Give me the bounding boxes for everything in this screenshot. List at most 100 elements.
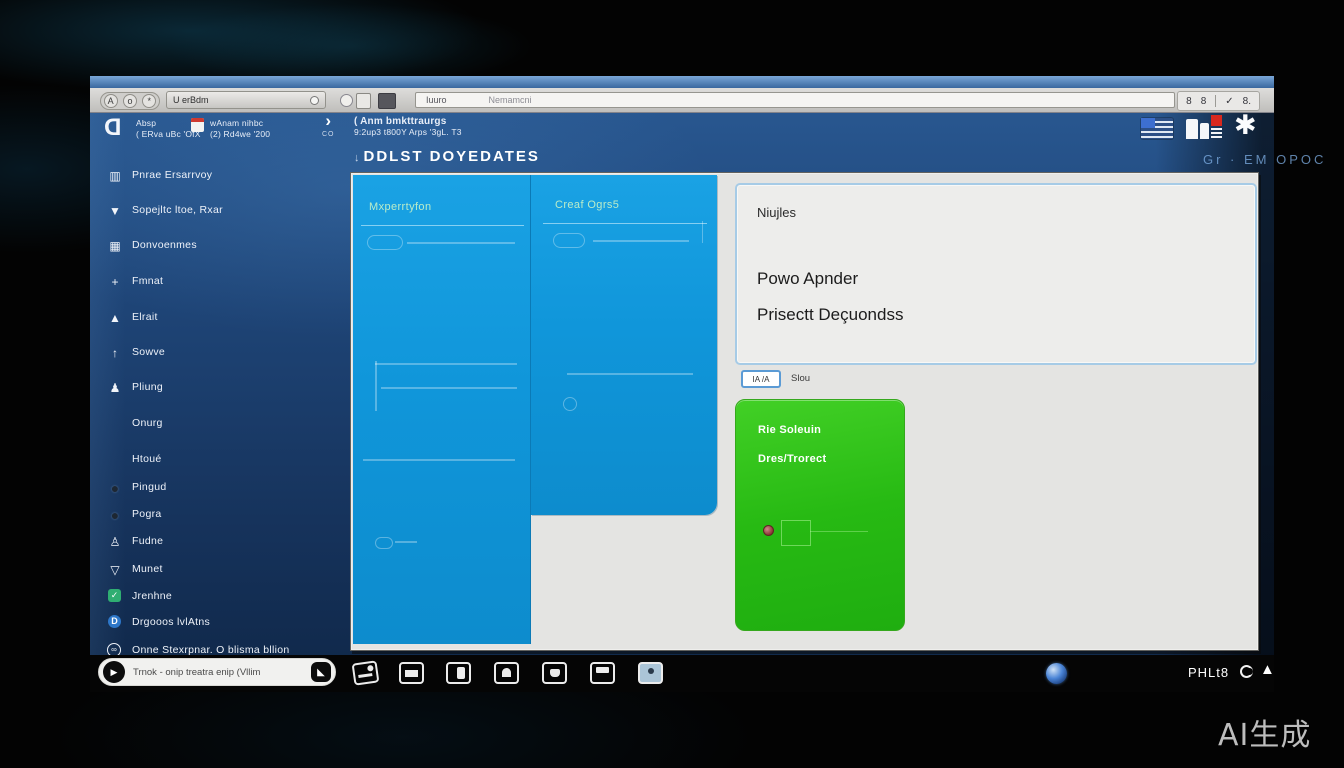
- panel-left-blue: Mxperrtyfon: [353, 175, 531, 644]
- people-columns-icon[interactable]: [1186, 115, 1224, 142]
- divider: [543, 223, 707, 224]
- ghost-toggle: [367, 235, 403, 250]
- ghost-line: [375, 363, 517, 365]
- main-window: Mxperrtyfon Creaf Ogrs5 Niujles Powo Apn…: [350, 172, 1259, 651]
- zoom-in-button[interactable]: 8: [1201, 96, 1207, 107]
- extension-icon[interactable]: [378, 93, 396, 109]
- sidebar-item-4[interactable]: + Fmnat: [100, 274, 355, 294]
- sidebar-item-label: Munet: [132, 563, 163, 575]
- plus-icon: +: [106, 274, 124, 290]
- chart-icon: ▦: [106, 238, 124, 254]
- sidebar-item-label: Drgooos lvlAtns: [132, 616, 210, 628]
- green-panel: Rie Soleuin Dres/Trorect: [735, 399, 905, 631]
- green-panel-line-1: Rie Soleuin: [758, 424, 821, 436]
- figure-icon: ♙: [106, 534, 124, 550]
- red-dot-icon[interactable]: [763, 525, 774, 536]
- camera-icon[interactable]: [542, 662, 567, 684]
- ghost-line: [407, 242, 515, 244]
- play-icon[interactable]: ▶: [103, 661, 125, 683]
- sidebar: ▥ Pnrae Ersarrvoy ▼Sopejltc ltoe, Rxar ▦ D…: [100, 76, 355, 692]
- printer-icon[interactable]: [590, 662, 615, 684]
- ghost-line: [702, 221, 704, 243]
- ai-watermark: AI生成: [1218, 710, 1311, 754]
- edit-button[interactable]: ✓: [1225, 96, 1233, 107]
- sidebar-item-8[interactable]: Onurg: [100, 416, 355, 436]
- sidebar-item-label: Fmnat: [132, 275, 163, 287]
- person-icon: ♟: [106, 380, 124, 396]
- corner-watermark-text: Gr · EM OPOC: [1203, 152, 1326, 167]
- ghost-rect: [781, 520, 811, 546]
- display-icon[interactable]: [399, 662, 424, 684]
- sidebar-item-3[interactable]: ▦ Donvoenmes: [100, 238, 355, 258]
- monitor-screen: A o * U erBdm Iuuro Nemamcni 8 8 ✓ 8. D …: [90, 76, 1274, 692]
- sidebar-item-6[interactable]: ↑Sowve: [100, 345, 355, 365]
- taskbar-search[interactable]: ▶ Trnok - onip treatra enip (Vllim ◣: [98, 658, 336, 686]
- sidebar-item-9[interactable]: Htoué: [100, 452, 355, 472]
- hand-tool-icon[interactable]: [352, 660, 380, 685]
- page-icon[interactable]: [356, 93, 371, 109]
- browser-controls: 8 8 ✓ 8.: [1177, 91, 1260, 111]
- panel-title: Creaf Ogrs5: [555, 199, 619, 211]
- details-panel: Niujles Powo Apnder Prisectt Deçuondss: [735, 183, 1257, 365]
- sidebar-item-label: Pnrae Ersarrvoy: [132, 169, 212, 181]
- sidebar-item-14[interactable]: ✓ Jrenhne: [100, 589, 355, 609]
- sidebar-item-15[interactable]: DDrgooos lvlAtns: [100, 615, 355, 635]
- sidebar-item-2[interactable]: ▼Sopejltc ltoe, Rxar: [100, 203, 355, 223]
- bell-icon[interactable]: [494, 662, 519, 684]
- sidebar-item-13[interactable]: ▽ Munet: [100, 562, 355, 582]
- panel-mid-blue: Creaf Ogrs5: [531, 175, 717, 515]
- ia-button[interactable]: IA /A: [741, 370, 781, 388]
- sidebar-item-label: Jrenhne: [132, 590, 172, 602]
- sidebar-item-label: Onurg: [132, 417, 163, 429]
- sidebar-item-1[interactable]: ▥ Pnrae Ersarrvoy: [100, 168, 355, 188]
- sidebar-item-11[interactable]: ● Pogra: [100, 507, 355, 527]
- arrow-up-icon: ↑: [106, 345, 124, 361]
- divider: [1215, 95, 1216, 107]
- zoom-out-button[interactable]: 8: [1186, 96, 1192, 107]
- header-subtext: 9:2up3 t800Y Arps '3gL. T3: [354, 127, 462, 138]
- ghost-mark: [563, 397, 577, 411]
- sidebar-item-label: Sopejltc ltoe, Rxar: [132, 204, 223, 216]
- sidebar-item-label: Donvoenmes: [132, 239, 197, 251]
- window-icon[interactable]: [446, 662, 471, 684]
- globe-icon[interactable]: [1046, 663, 1067, 684]
- columns-icon: ▥: [106, 168, 124, 184]
- toolbar-label: Slou: [791, 373, 810, 384]
- green-panel-line-2: Dres/Trorect: [758, 453, 826, 465]
- save-page-button[interactable]: 8.: [1243, 96, 1251, 107]
- tray-arrow-icon[interactable]: ▲: [1260, 661, 1275, 678]
- header-info-block-3: ( Anm bmkttraurgs 9:2up3 t800Y Arps '3gL…: [354, 116, 462, 138]
- sidebar-item-label: Htoué: [132, 453, 162, 465]
- title-text: DDLST DOYEDATES: [364, 148, 540, 165]
- icon-part: [1211, 128, 1222, 139]
- sidebar-item-label: Elrait: [132, 311, 158, 323]
- sidebar-item-label: Fudne: [132, 535, 163, 547]
- ghost-line: [567, 373, 693, 375]
- sidebar-item-label: Pliung: [132, 381, 163, 393]
- archive-icon[interactable]: [638, 662, 663, 684]
- crescent-icon[interactable]: [1240, 665, 1253, 678]
- beaker-icon: ▽: [106, 562, 124, 578]
- gear-icon[interactable]: ✱: [1234, 112, 1257, 139]
- taskbar-clock[interactable]: PHLt8: [1188, 665, 1229, 680]
- icon-part: [1200, 123, 1209, 139]
- address-text: Iuuro: [426, 95, 447, 105]
- address-bar[interactable]: Iuuro Nemamcni: [415, 92, 1175, 108]
- flag-icon[interactable]: [1141, 118, 1173, 139]
- red-badge: [1211, 115, 1222, 126]
- ghost-mark: [375, 537, 393, 549]
- sidebar-item-label: Pogra: [132, 508, 162, 520]
- sidebar-item-7[interactable]: ♟ Pliung: [100, 380, 355, 400]
- details-heading: Niujles: [757, 205, 796, 220]
- sidebar-item-10[interactable]: ●Pingud: [100, 480, 355, 500]
- dark-circle-icon: ●: [106, 507, 124, 523]
- sidebar-item-5[interactable]: ▲Elrait: [100, 310, 355, 330]
- details-line-1: Powo Apnder: [757, 269, 858, 289]
- page-title: ↓DDLST DOYEDATES: [354, 148, 540, 165]
- header-text: ( Anm bmkttraurgs: [354, 116, 462, 127]
- taskbar: ▶ Trnok - onip treatra enip (Vllim ◣ PHL…: [90, 655, 1274, 692]
- dark-circle-icon: ●: [106, 480, 124, 496]
- green-doc-icon: ✓: [108, 589, 121, 602]
- send-icon[interactable]: ◣: [311, 662, 331, 682]
- sidebar-item-12[interactable]: ♙ Fudne: [100, 534, 355, 554]
